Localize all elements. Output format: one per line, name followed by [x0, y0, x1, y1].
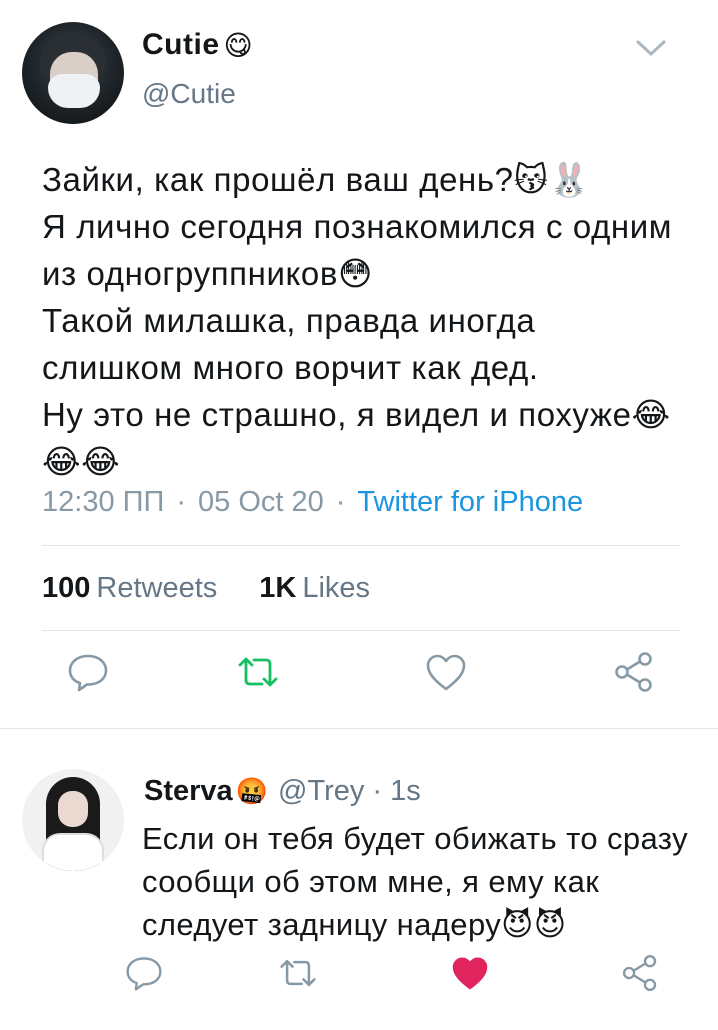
- divider: [42, 545, 680, 546]
- author-name[interactable]: Cutie 😋: [142, 28, 253, 62]
- meta-separator: ·: [176, 486, 186, 518]
- share-icon[interactable]: [612, 650, 656, 694]
- reply-icon[interactable]: [66, 650, 110, 694]
- like-icon-filled[interactable]: [450, 953, 490, 993]
- likes-count: 1K: [259, 572, 297, 604]
- likes-label: Likes: [302, 572, 371, 604]
- divider: [42, 630, 680, 631]
- share-icon[interactable]: [620, 953, 660, 993]
- likes-stat[interactable]: 1K Likes: [259, 572, 370, 605]
- chevron-down-icon[interactable]: [632, 34, 670, 62]
- reply-handle[interactable]: @Trey: [278, 775, 364, 808]
- reply-icon[interactable]: [124, 953, 164, 993]
- reply-display-name[interactable]: Sterva: [144, 775, 233, 808]
- reply-name-emoji: 🤬: [235, 776, 269, 807]
- avatar[interactable]: [22, 769, 124, 871]
- avatar-face: [58, 791, 88, 827]
- tweet-time: 12:30 ПП: [42, 486, 165, 518]
- author-display-name: Cutie: [142, 28, 220, 61]
- tweet-date: 05 Oct 20: [198, 486, 324, 518]
- reply-text: Если он тебя будет обижать то сразу сооб…: [142, 821, 688, 942]
- main-tweet: Cutie 😋 @Cutie Зайки, как прошёл ваш ден…: [0, 0, 718, 728]
- reply-tweet: Sterva 🤬 @Trey · 1s Если он тебя будет о…: [0, 729, 718, 1030]
- author-name-emoji: 😋: [223, 28, 254, 62]
- retweet-icon[interactable]: [236, 650, 280, 694]
- avatar-shirt: [42, 833, 104, 871]
- reply-time-separator: ·: [372, 775, 383, 807]
- reply-time: 1s: [390, 775, 421, 807]
- tweet-stats: 100 Retweets 1K Likes: [42, 572, 370, 605]
- author-handle[interactable]: @Cutie: [142, 78, 236, 110]
- avatar[interactable]: [22, 22, 124, 124]
- retweets-count: 100: [42, 572, 91, 604]
- avatar-mask: [48, 74, 100, 108]
- like-icon[interactable]: [424, 650, 468, 694]
- retweet-icon[interactable]: [278, 953, 318, 993]
- tweet-source-link[interactable]: Twitter for iPhone: [357, 486, 583, 519]
- tweet-meta: 12:30 ПП · 05 Oct 20 · Twitter for iPhon…: [42, 486, 583, 519]
- meta-separator: ·: [335, 486, 346, 518]
- retweets-label: Retweets: [96, 572, 218, 604]
- reply-header: Sterva 🤬 @Trey · 1s: [144, 775, 421, 808]
- retweets-stat[interactable]: 100 Retweets: [42, 572, 217, 605]
- tweet-text: Зайки, как прошёл ваш день?😽🐰 Я лично се…: [42, 161, 673, 480]
